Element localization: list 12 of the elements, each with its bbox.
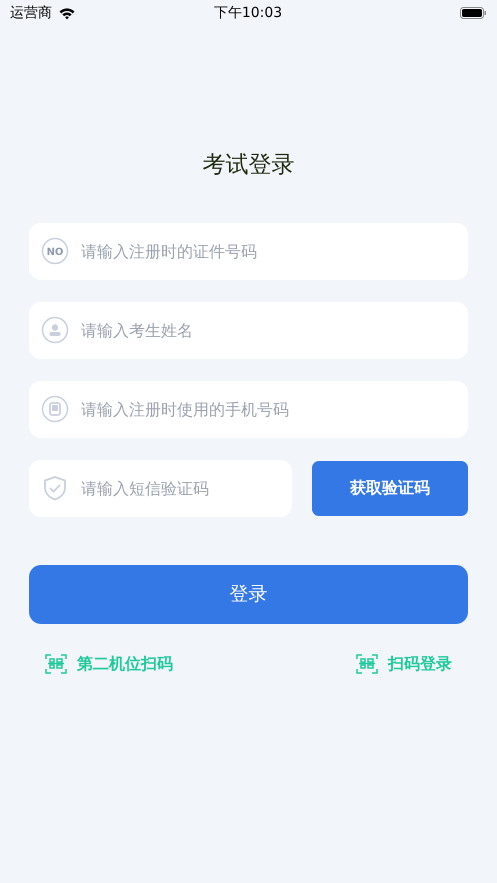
login-button[interactable]: 登录 [29, 564, 468, 624]
battery-icon [460, 7, 487, 19]
wifi-icon [58, 6, 76, 20]
input-field[interactable]: 请输入注册时使用的手机号码 [29, 380, 468, 438]
page-title: 考试登录 [202, 151, 296, 180]
input-field[interactable]: 请输入短信验证码 [29, 460, 292, 516]
get-code-button[interactable]: 获取验证码 [312, 460, 468, 516]
qr-scan-icon [45, 652, 67, 674]
qr-scan-icon [356, 652, 378, 674]
status-time: 下午10:03 [214, 4, 282, 22]
input-field[interactable]: 请输入考生姓名 [29, 302, 468, 358]
carrier-label: 运营商 [10, 4, 52, 22]
